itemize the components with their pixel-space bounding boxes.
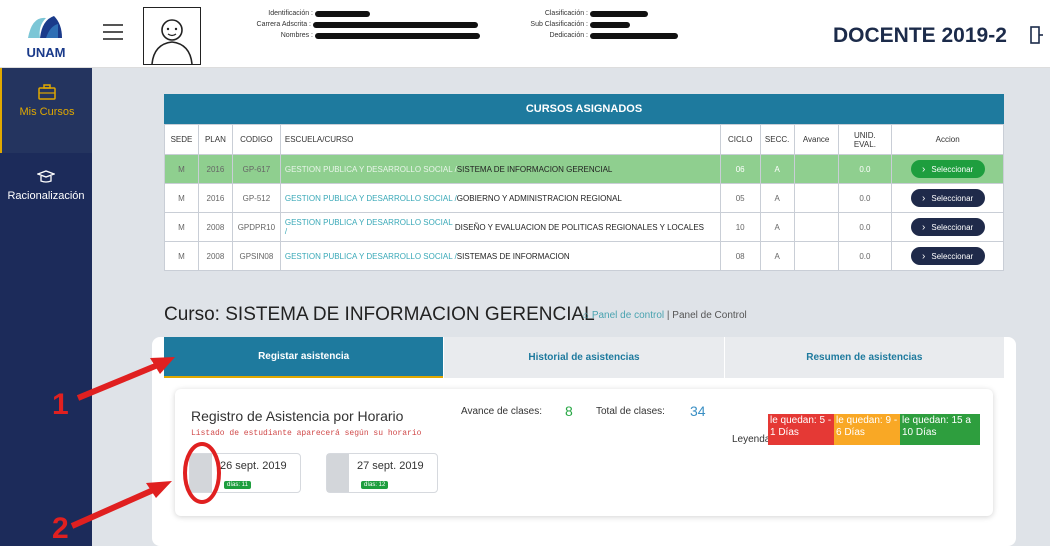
arrow-2-icon <box>70 481 172 529</box>
annotation-number: 2 <box>52 512 69 545</box>
annotation-number: 1 <box>52 388 69 421</box>
annotation-overlay <box>70 357 221 529</box>
highlight-circle <box>183 442 221 504</box>
arrow-1-icon <box>76 357 175 401</box>
